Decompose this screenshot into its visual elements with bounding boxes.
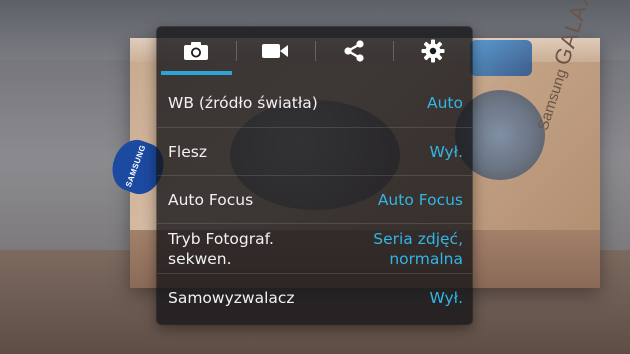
setting-label: WB (źródło światła) [168,94,318,112]
setting-burst-mode[interactable]: Tryb Fotograf. sekwen. Seria zdjęć, norm… [157,223,472,273]
setting-value: Auto [427,94,463,112]
setting-auto-focus[interactable]: Auto Focus Auto Focus [157,175,472,223]
setting-flash[interactable]: Flesz Wył. [157,127,472,175]
setting-value: Seria zdjęć, normalna [373,229,463,268]
setting-value: Auto Focus [377,190,463,209]
setting-label: Tryb Fotograf. sekwen. [168,229,274,268]
camera-settings-popup: WB (źródło światła) Auto Flesz Wył. Auto… [157,27,472,324]
box-phone-photo [470,40,532,76]
settings-list: WB (źródło światła) Auto Flesz Wył. Auto… [157,79,472,321]
setting-self-timer[interactable]: Samowyzwalacz Wył. [157,273,472,321]
tab-settings[interactable] [393,27,472,75]
gear-icon [421,39,445,63]
video-camera-icon [262,44,289,58]
tab-share[interactable] [314,27,394,75]
setting-label: Samowyzwalacz [168,288,295,307]
settings-tab-bar [157,27,472,75]
setting-value: Wył. [429,142,463,161]
tab-camera[interactable] [157,27,236,75]
setting-white-balance[interactable]: WB (źródło światła) Auto [157,79,472,127]
setting-value: Wył. [429,288,463,307]
share-icon [344,40,364,62]
setting-label: Flesz [168,142,207,161]
setting-label: Auto Focus [168,190,254,209]
samsung-logo-text: SAMSUNG [123,143,148,189]
camera-icon [184,42,209,60]
tab-video[interactable] [235,27,315,75]
